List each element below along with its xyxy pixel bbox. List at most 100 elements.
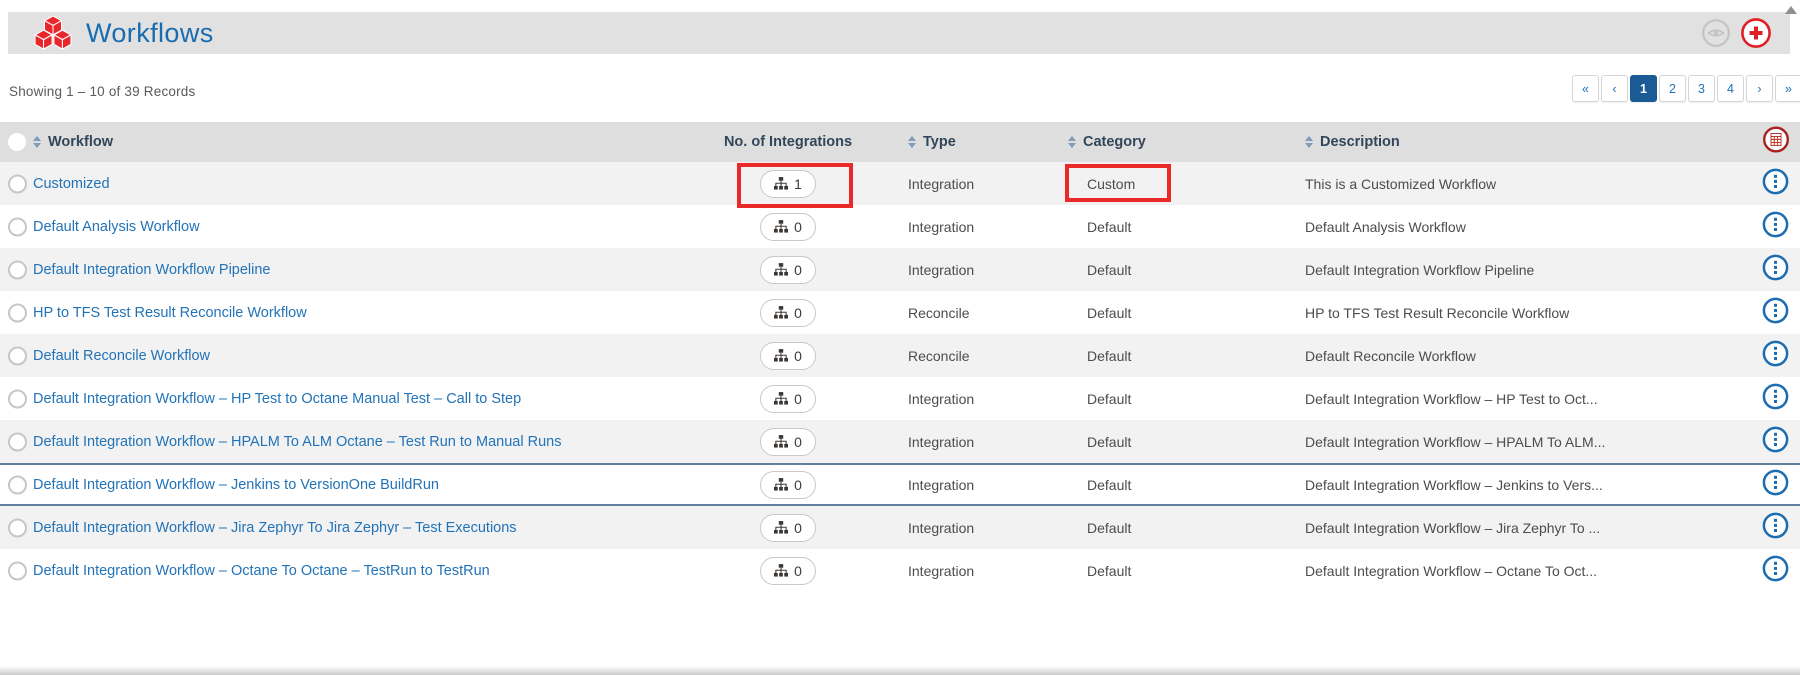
table-row[interactable]: Default Integration Workflow – Jenkins t…	[0, 463, 1800, 506]
type-cell: Reconcile	[908, 305, 969, 321]
row-radio[interactable]	[8, 389, 27, 408]
add-workflow-button[interactable]	[1740, 17, 1772, 49]
category-cell: Default	[1087, 305, 1131, 321]
sort-icon[interactable]	[33, 136, 41, 148]
category-cell: Default	[1087, 348, 1131, 364]
table-row[interactable]: Default Integration Workflow – HPALM To …	[0, 420, 1800, 463]
row-actions-button[interactable]	[1762, 211, 1789, 243]
sort-icon[interactable]	[908, 136, 916, 148]
column-header-type[interactable]: Type	[908, 134, 956, 150]
row-actions-button[interactable]	[1762, 555, 1789, 587]
row-radio[interactable]	[8, 174, 27, 193]
sitemap-icon	[774, 478, 788, 491]
workflow-link[interactable]: Default Integration Workflow – Octane To…	[33, 563, 490, 579]
page-title: Workflows	[86, 18, 214, 49]
row-actions-button[interactable]	[1762, 340, 1789, 372]
sitemap-icon	[774, 263, 788, 276]
description-cell: Default Integration Workflow – HPALM To …	[1305, 434, 1605, 450]
type-cell: Reconcile	[908, 348, 969, 364]
integrations-cell: 0	[688, 385, 888, 413]
row-radio[interactable]	[8, 475, 27, 494]
sort-icon[interactable]	[1068, 136, 1076, 148]
row-radio[interactable]	[8, 303, 27, 322]
integrations-badge: 0	[760, 256, 816, 284]
integrations-cell: 0	[688, 299, 888, 327]
column-header-description[interactable]: Description	[1305, 134, 1400, 150]
pagination: «‹1234›»	[1572, 75, 1800, 102]
page-button-2[interactable]: 2	[1659, 75, 1686, 102]
type-cell: Integration	[908, 563, 974, 579]
type-cell: Integration	[908, 520, 974, 536]
plus-circle-icon	[1740, 17, 1772, 49]
row-actions-button[interactable]	[1762, 254, 1789, 286]
row-radio[interactable]	[8, 260, 27, 279]
sitemap-icon	[774, 435, 788, 448]
page-button-›[interactable]: ›	[1746, 75, 1773, 102]
workflow-link[interactable]: Default Integration Workflow – Jira Zeph…	[33, 520, 517, 536]
category-cell: Custom	[1087, 176, 1135, 192]
table-row[interactable]: Default Analysis Workflow 0 Integration …	[0, 205, 1800, 248]
description-cell: Default Integration Workflow – HP Test t…	[1305, 391, 1598, 407]
integrations-cell: 0	[688, 213, 888, 241]
integrations-count: 0	[794, 520, 802, 536]
table-row[interactable]: Default Reconcile Workflow 0 Reconcile D…	[0, 334, 1800, 377]
row-actions-button[interactable]	[1762, 469, 1789, 501]
page-button-4[interactable]: 4	[1717, 75, 1744, 102]
row-actions-button[interactable]	[1762, 512, 1789, 544]
sitemap-icon	[774, 521, 788, 534]
scrollbar-up-arrow[interactable]	[1785, 6, 1797, 14]
category-cell: Default	[1087, 434, 1131, 450]
page-button-‹[interactable]: ‹	[1601, 75, 1628, 102]
table-row[interactable]: Default Integration Workflow – HP Test t…	[0, 377, 1800, 420]
row-radio[interactable]	[8, 346, 27, 365]
workflow-link[interactable]: Customized	[33, 176, 110, 192]
column-header-integrations: No. of Integrations	[688, 134, 888, 150]
page-button-1[interactable]: 1	[1630, 75, 1657, 102]
header-actions	[1701, 12, 1772, 54]
table-row[interactable]: Default Integration Workflow – Octane To…	[0, 549, 1800, 592]
page-button-»[interactable]: »	[1775, 75, 1800, 102]
row-radio[interactable]	[8, 217, 27, 236]
description-cell: Default Integration Workflow Pipeline	[1305, 262, 1534, 278]
integrations-count: 0	[794, 391, 802, 407]
workflow-link[interactable]: Default Integration Workflow – HPALM To …	[33, 434, 561, 450]
sort-icon[interactable]	[1305, 136, 1313, 148]
integrations-cell: 0	[688, 256, 888, 284]
workflow-link[interactable]: HP to TFS Test Result Reconcile Workflow	[33, 305, 307, 321]
row-actions-button[interactable]	[1762, 168, 1789, 200]
row-radio[interactable]	[8, 518, 27, 537]
category-cell: Default	[1087, 391, 1131, 407]
column-header-workflow[interactable]: Workflow	[33, 134, 113, 150]
column-header-category[interactable]: Category	[1068, 134, 1146, 150]
description-cell: Default Integration Workflow – Jira Zeph…	[1305, 520, 1600, 536]
row-radio[interactable]	[8, 561, 27, 580]
page-button-«[interactable]: «	[1572, 75, 1599, 102]
preview-button[interactable]	[1701, 18, 1731, 48]
column-chooser-button[interactable]	[1762, 126, 1790, 159]
workflows-screen: Workflows Showing 1 – 10 of 39 Records «…	[0, 0, 1800, 675]
row-radio[interactable]	[8, 432, 27, 451]
workflow-link[interactable]: Default Integration Workflow Pipeline	[33, 262, 271, 278]
type-cell: Integration	[908, 219, 974, 235]
table-row[interactable]: Default Integration Workflow – Jira Zeph…	[0, 506, 1800, 549]
workflow-link[interactable]: Default Integration Workflow – Jenkins t…	[33, 477, 439, 493]
table-row[interactable]: HP to TFS Test Result Reconcile Workflow…	[0, 291, 1800, 334]
kebab-circle-icon	[1762, 512, 1789, 539]
row-actions-button[interactable]	[1762, 297, 1789, 329]
integrations-count: 0	[794, 434, 802, 450]
table-row[interactable]: Customized 1 Integration Custom This is …	[0, 162, 1800, 205]
table-grid-icon	[1762, 126, 1790, 154]
select-all-radio[interactable]	[8, 133, 26, 151]
workflow-link[interactable]: Default Reconcile Workflow	[33, 348, 210, 364]
table-row[interactable]: Default Integration Workflow Pipeline 0 …	[0, 248, 1800, 291]
kebab-circle-icon	[1762, 297, 1789, 324]
integrations-count: 0	[794, 563, 802, 579]
page-button-3[interactable]: 3	[1688, 75, 1715, 102]
type-cell: Integration	[908, 176, 974, 192]
row-actions-button[interactable]	[1762, 426, 1789, 458]
row-actions-button[interactable]	[1762, 383, 1789, 415]
table-header: Workflow No. of Integrations Type Catego…	[0, 122, 1800, 162]
workflow-link[interactable]: Default Analysis Workflow	[33, 219, 200, 235]
workflow-link[interactable]: Default Integration Workflow – HP Test t…	[33, 391, 521, 407]
table-body: Customized 1 Integration Custom This is …	[0, 162, 1800, 592]
